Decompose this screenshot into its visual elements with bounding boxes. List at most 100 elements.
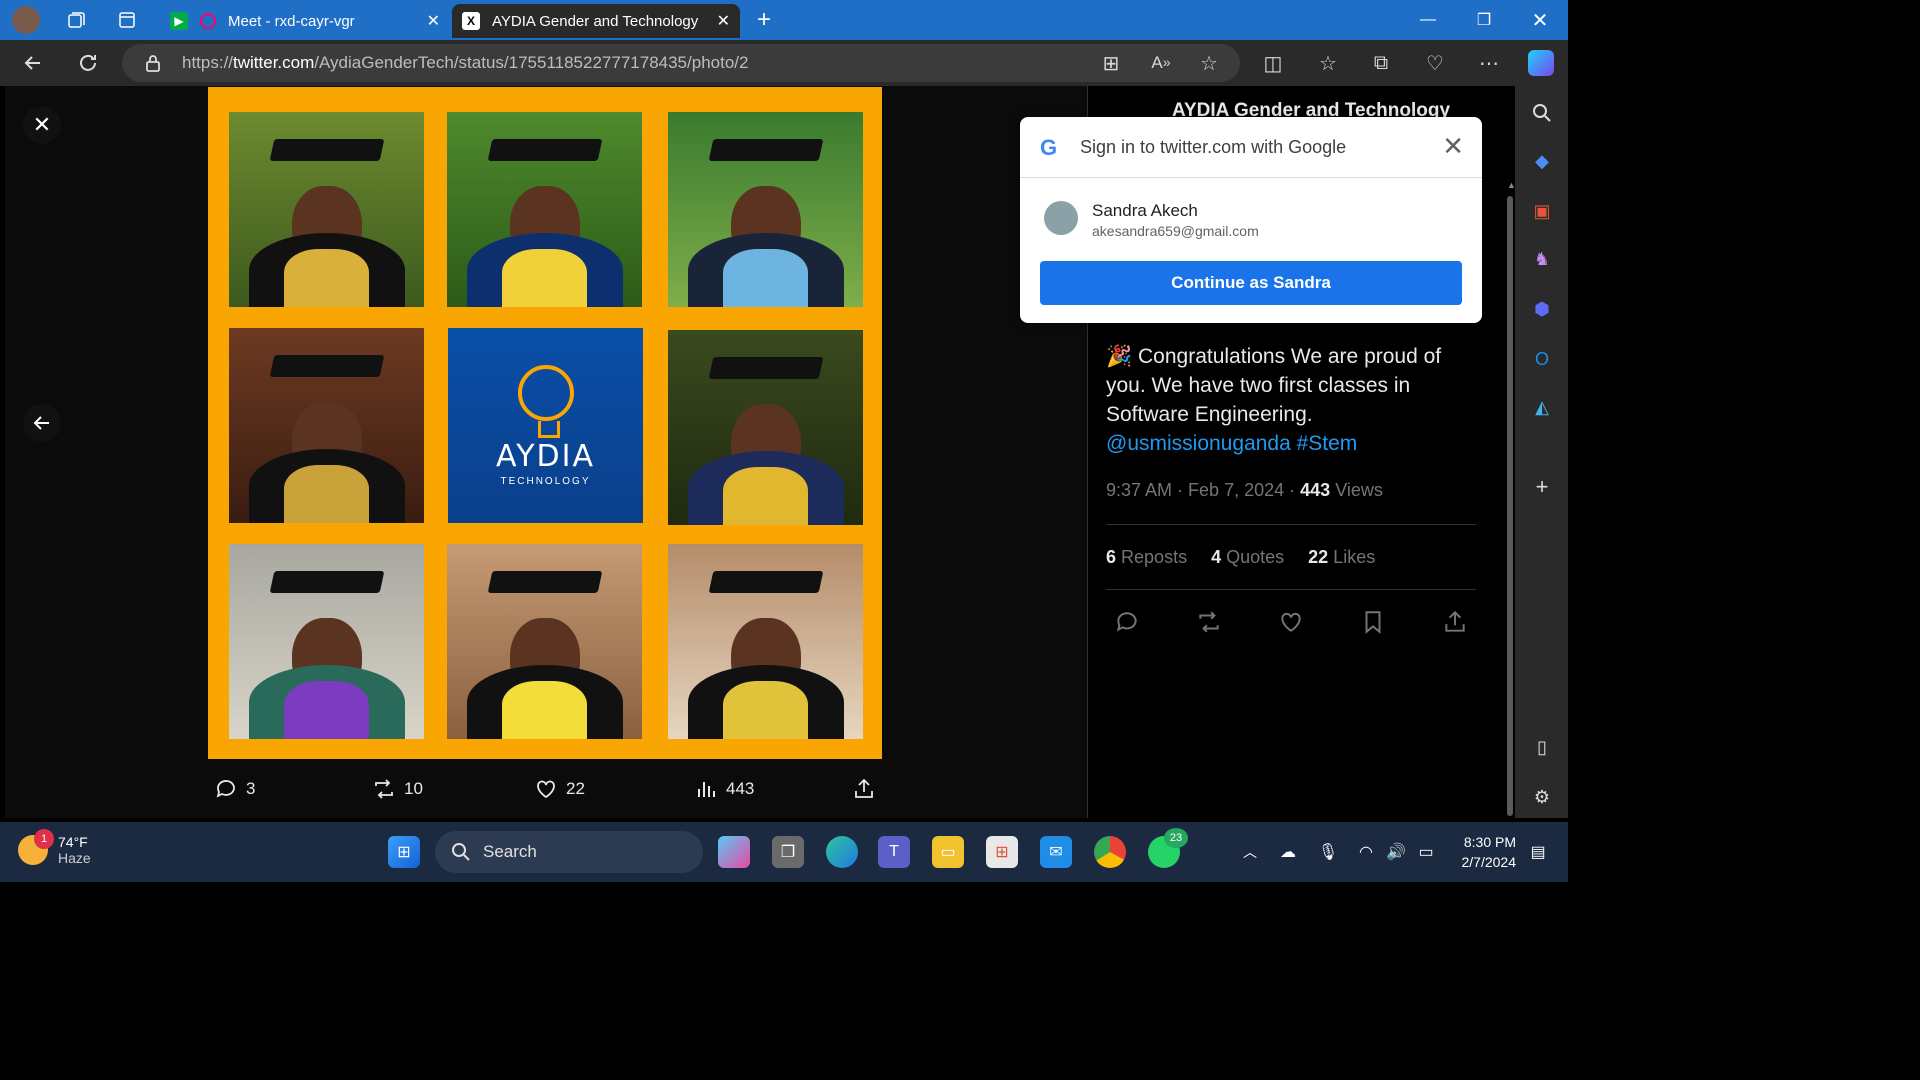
edge-sidebar: ◆ ▣ ♞ ⬢ O ◭ + ▯ ⚙ [1515,86,1568,818]
task-view-icon[interactable]: ❐ [772,836,804,868]
settings-gear-icon[interactable]: ⚙ [1529,784,1555,810]
reposts-stat[interactable]: 6 Reposts [1106,547,1187,568]
edge-icon[interactable] [826,836,858,868]
mail-icon[interactable]: ✉ [1040,836,1072,868]
outlook-icon[interactable]: O [1529,346,1555,372]
show-hidden-icons-chevron-icon[interactable]: ︿ [1234,836,1266,868]
divider [1020,177,1482,178]
bookmark-icon[interactable] [1360,609,1386,635]
browser-essentials-icon[interactable]: ♡ [1422,50,1448,76]
google-signin-popup: G Sign in to twitter.com with Google ✕ S… [1020,117,1482,323]
onedrive-cloud-icon[interactable]: ☁ [1272,836,1304,868]
like-count: 22 [566,779,585,798]
minimize-icon[interactable]: — [1414,6,1442,34]
aydia-logo-tile: AYDIA TECHNOLOGY [448,328,643,523]
sidebar-toggle-icon[interactable]: ▯ [1529,734,1555,760]
split-screen-icon[interactable]: ◫ [1260,50,1286,76]
start-windows-icon[interactable]: ⊞ [388,836,420,868]
share-button[interactable] [852,777,876,801]
teams-icon[interactable]: T [878,836,910,868]
tweet-meta: 9:37 AM · Feb 7, 2024 · 443 Views [1106,480,1383,500]
new-tab-icon[interactable]: + [750,6,778,34]
refresh-icon[interactable] [75,50,101,76]
continue-button[interactable]: Continue as Sandra [1040,261,1462,305]
collections-icon[interactable]: ⧉ [1368,50,1394,76]
heart-icon [537,780,555,799]
quotes-stat[interactable]: 4 Quotes [1211,547,1284,568]
close-tab-icon[interactable]: ✕ [427,11,440,31]
heart-icon[interactable] [1278,609,1304,635]
favorites-icon[interactable]: ☆ [1315,50,1341,76]
tools-icon[interactable]: ▣ [1529,198,1555,224]
tweet-mentions-link[interactable]: @usmissionuganda #Stem [1106,432,1357,455]
workspaces-icon[interactable] [62,6,90,34]
share-icon[interactable] [1442,609,1468,635]
add-icon[interactable]: + [1529,474,1555,500]
repost-button[interactable]: 10 [372,777,423,801]
tab-twitter[interactable]: X AYDIA Gender and Technology In ✕ [452,4,740,38]
tweet-action-icons [1106,594,1476,650]
tweet-time[interactable]: 9:37 AM [1106,480,1172,500]
clock-time: 8:30 PM [1463,834,1516,850]
close-popup-icon[interactable]: ✕ [1442,131,1464,162]
read-aloud-icon[interactable]: A» [1148,50,1174,76]
graduates-collage-image[interactable]: AYDIA TECHNOLOGY [208,87,882,759]
file-explorer-icon[interactable]: ▭ [932,836,964,868]
back-icon[interactable] [20,50,46,76]
microphone-icon[interactable]: 🎙 [1312,836,1344,868]
window-close-icon[interactable]: ✕ [1526,6,1554,34]
likes-stat[interactable]: 22 Likes [1308,547,1375,568]
copilot-pre-icon[interactable] [718,836,750,868]
logo-subtitle: TECHNOLOGY [500,475,591,487]
media-action-bar: 3 10 22 443 [208,764,882,814]
taskbar-clock[interactable]: 8:30 PM 2/7/2024 [1448,832,1517,872]
shopping-tag-icon[interactable]: ◆ [1529,148,1555,174]
reply-icon[interactable] [1114,609,1140,635]
windows-taskbar: 1 74°F Haze ⊞ Search ❐ T ▭ ⊞ ✉ 23 ︿ ☁ 🎙 … [0,822,1568,882]
favorite-star-icon[interactable]: ☆ [1196,50,1222,76]
search-icon [452,843,470,861]
views-button[interactable]: 443 [694,777,754,801]
restore-icon[interactable]: ❐ [1470,6,1498,34]
close-media-button[interactable]: ✕ [23,106,61,144]
like-button[interactable]: 22 [534,777,585,801]
views-chart-icon [698,782,715,797]
tab-actions-icon[interactable] [113,6,141,34]
wifi-icon[interactable]: ◠ [1350,836,1382,868]
search-icon[interactable] [1529,100,1555,126]
page-scrollbar[interactable]: ▲ ▼ [1504,180,1515,818]
copilot-icon[interactable] [1528,50,1554,76]
x-logo-icon: X [462,12,480,30]
whatsapp-icon[interactable]: 23 [1148,828,1188,868]
games-icon[interactable]: ♞ [1529,246,1555,272]
reply-button[interactable]: 3 [214,777,255,801]
graduate-photo-2 [447,112,642,307]
notifications-icon[interactable]: ▤ [1522,836,1554,868]
app-available-icon[interactable]: ⊞ [1098,50,1124,76]
clock-date: 2/7/2024 [1461,854,1517,870]
repost-icon[interactable] [1196,609,1222,635]
share-icon [855,778,873,798]
logo-name: AYDIA [496,438,595,474]
weather-widget[interactable]: 1 74°F Haze [18,829,91,866]
previous-photo-button[interactable] [23,404,61,442]
more-menu-icon[interactable]: ⋯ [1476,50,1502,76]
close-tab-icon[interactable]: ✕ [717,11,730,31]
account-name[interactable]: Sandra Akech [1092,201,1198,221]
reply-icon [216,780,235,798]
battery-icon[interactable]: ▭ [1410,836,1442,868]
lightbulb-icon [517,364,574,438]
tweet-date[interactable]: Feb 7, 2024 [1188,480,1284,500]
microsoft-store-icon[interactable]: ⊞ [986,836,1018,868]
volume-icon[interactable]: 🔊 [1380,836,1412,868]
telegram-icon[interactable]: ◭ [1529,394,1555,420]
graduate-photo-7 [229,544,424,739]
tab-meet[interactable]: ▶ Meet - rxd-cayr-vgr ✕ [160,4,450,38]
lock-icon[interactable] [140,50,166,76]
chrome-icon[interactable] [1094,836,1126,868]
tweet-text: 🎉 Congratulations We are proud of you. W… [1106,345,1442,455]
profile-avatar[interactable] [12,6,40,34]
url-field[interactable]: https://twitter.com/AydiaGenderTech/stat… [122,44,1240,82]
taskbar-search[interactable]: Search [435,831,703,873]
copilot-sidebar-icon[interactable]: ⬢ [1529,296,1555,322]
